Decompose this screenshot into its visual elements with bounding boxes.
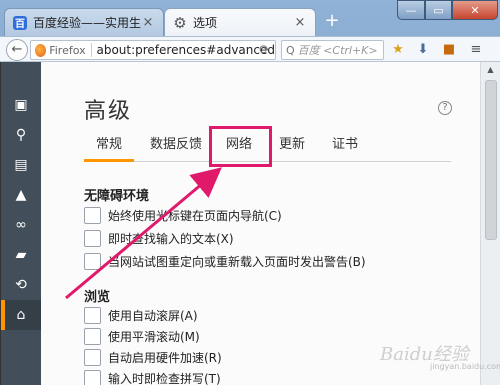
option-find-as-you-type[interactable]: 即时查找输入的文本(X) — [84, 228, 234, 248]
search-input[interactable]: Q 百度 <Ctrl+K> — [281, 40, 384, 60]
tab-certificates[interactable]: 证书 — [325, 132, 365, 162]
scroll-thumb[interactable] — [485, 80, 497, 240]
window-controls: — ▭ ✕ — [397, 0, 498, 22]
category-sidebar: ▣ ⚲ ▤ ▲ ∞ ▰ ⟲ ⌂ — [1, 62, 41, 385]
option-hardware-acceleration[interactable]: 自动启用硬件加速(R) — [84, 347, 222, 367]
security-icon: ▰ — [15, 247, 27, 263]
annotation-highlight-box — [209, 126, 272, 167]
sidebar-item-advanced[interactable]: ⌂ — [1, 300, 41, 330]
option-label: 使用自动滚屏(A) — [108, 308, 198, 323]
advanced-icon: ⌂ — [16, 307, 26, 323]
sidebar-item-privacy[interactable]: ∞ — [1, 210, 41, 240]
option-label: 始终使用光标键在页面内导航(C) — [108, 208, 282, 223]
privacy-icon: ∞ — [15, 217, 27, 233]
option-redirect-warning[interactable]: 当网站试图重定向或重新载入页面时发出警告(B) — [84, 251, 366, 271]
option-label: 当网站试图重定向或重新载入页面时发出警告(B) — [108, 254, 366, 269]
option-autoscroll[interactable]: 使用自动滚屏(A) — [84, 305, 198, 325]
page-scrollbar[interactable]: ▲ — [480, 62, 500, 385]
url-bar[interactable]: Firefox about:preferences#advanced ⟳ — [30, 40, 276, 60]
tab-strip: 百 百度经验——实用生活指南 × ⚙ 选项 × + — ▭ ✕ — [0, 0, 500, 36]
checkbox[interactable] — [84, 306, 101, 324]
addon-icon[interactable]: ■ — [441, 42, 457, 58]
firefox-icon — [35, 43, 47, 57]
address-text[interactable]: about:preferences#advanced — [96, 43, 275, 57]
tab-general[interactable]: 常规 — [84, 132, 134, 162]
sidebar-item-security[interactable]: ▰ — [1, 240, 41, 270]
download-icon[interactable]: ⬇ — [415, 42, 431, 58]
search-icon: Q — [286, 43, 295, 57]
navigation-bar: ← Firefox about:preferences#advanced ⟳ Q… — [0, 36, 500, 62]
checkbox[interactable] — [84, 206, 101, 224]
tab-label: 百度经验——实用生活指南 — [33, 16, 141, 30]
sidebar-item-sync[interactable]: ⟲ — [1, 270, 41, 300]
divider — [90, 43, 92, 57]
section-title-browsing: 浏览 — [84, 290, 111, 305]
option-label: 即时查找输入的文本(X) — [108, 231, 234, 246]
tab-baidu[interactable]: 百 百度经验——实用生活指南 × — [4, 8, 164, 36]
preferences-page: ▣ ⚲ ▤ ▲ ∞ ▰ ⟲ ⌂ 高级 ? 常规 数据反馈 网络 更新 证书 无障… — [0, 62, 480, 385]
maximize-button[interactable]: ▭ — [425, 0, 452, 20]
new-tab-button[interactable]: + — [322, 12, 342, 32]
option-label: 输入时即检查拼写(T) — [108, 371, 221, 385]
close-icon[interactable]: × — [141, 16, 155, 30]
sidebar-item-search[interactable]: ⚲ — [1, 120, 41, 150]
sidebar-item-content[interactable]: ▤ — [1, 150, 41, 180]
bookmark-star-icon[interactable]: ★ — [390, 42, 406, 58]
tab-label: 选项 — [193, 16, 218, 30]
option-caret-browsing[interactable]: 始终使用光标键在页面内导航(C) — [84, 205, 282, 225]
option-label: 使用平滑滚动(M) — [108, 329, 200, 344]
general-icon: ▣ — [14, 97, 28, 113]
sidebar-item-general[interactable]: ▣ — [1, 90, 41, 120]
close-window-button[interactable]: ✕ — [452, 0, 498, 20]
search-icon: ⚲ — [15, 127, 27, 143]
content-icon: ▤ — [14, 157, 28, 173]
section-title-accessibility: 无障碍环境 — [84, 189, 150, 204]
back-button[interactable]: ← — [6, 39, 28, 61]
reload-icon[interactable]: ⟳ — [259, 43, 270, 58]
window-frame: 百 百度经验——实用生活指南 × ⚙ 选项 × + — ▭ ✕ ← Firefo… — [0, 0, 500, 385]
watermark-url: jingyan.baidu.com — [430, 362, 500, 371]
option-smooth-scroll[interactable]: 使用平滑滚动(M) — [84, 326, 200, 346]
baidu-icon: 百 — [13, 15, 27, 30]
gear-icon: ⚙ — [173, 13, 187, 32]
close-icon[interactable]: × — [293, 16, 307, 30]
help-icon[interactable]: ? — [438, 101, 452, 115]
sync-icon: ⟲ — [15, 277, 27, 293]
applications-icon: ▲ — [15, 187, 27, 203]
checkbox[interactable] — [84, 369, 101, 385]
identity-label: Firefox — [49, 43, 86, 57]
tab-data-choices[interactable]: 数据反馈 — [144, 132, 208, 162]
tab-options[interactable]: ⚙ 选项 × — [164, 8, 316, 36]
option-label: 自动启用硬件加速(R) — [108, 350, 222, 365]
search-placeholder: 百度 <Ctrl+K> — [297, 44, 378, 57]
checkbox[interactable] — [84, 348, 101, 366]
option-spell-check[interactable]: 输入时即检查拼写(T) — [84, 368, 221, 385]
minimize-button[interactable]: — — [397, 0, 425, 20]
checkbox[interactable] — [84, 252, 101, 270]
menu-icon[interactable]: ≡ — [468, 42, 484, 58]
checkbox[interactable] — [84, 327, 101, 345]
checkbox[interactable] — [84, 229, 101, 247]
tab-update[interactable]: 更新 — [272, 132, 312, 162]
page-title: 高级 — [84, 99, 133, 124]
scroll-up-icon[interactable]: ▲ — [481, 62, 500, 78]
sidebar-item-applications[interactable]: ▲ — [1, 180, 41, 210]
